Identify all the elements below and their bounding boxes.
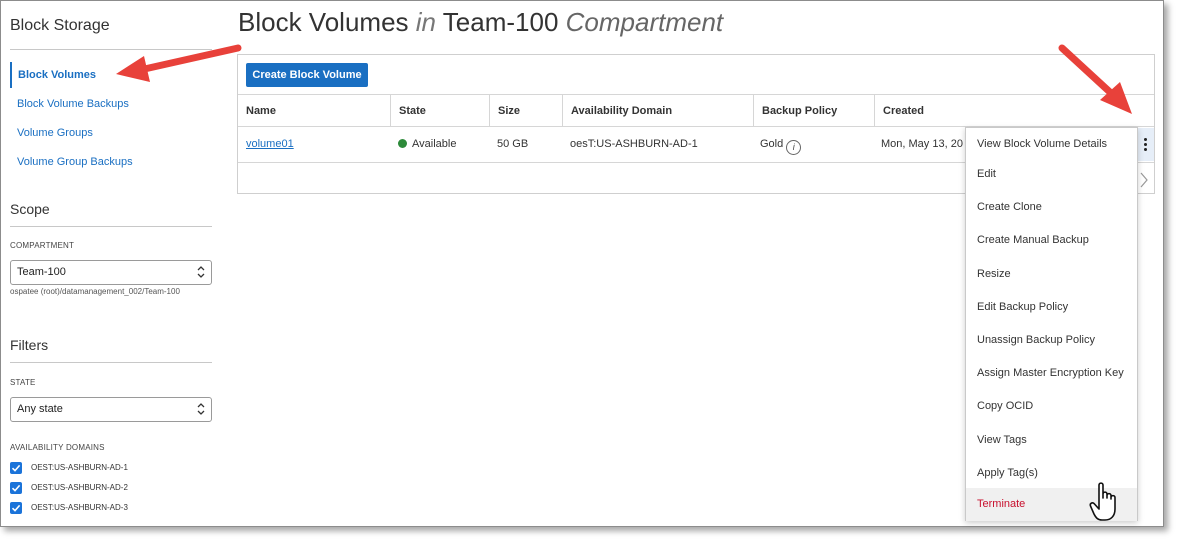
state-filter-value: Any state: [17, 403, 63, 415]
cell-state: Available: [390, 128, 456, 161]
annotation-arrow: [116, 44, 242, 82]
column-header-name[interactable]: Name: [238, 95, 390, 127]
menu-item-view-tags[interactable]: View Tags: [966, 424, 1137, 457]
sidebar-item-volume-group-backups[interactable]: Volume Group Backups: [10, 149, 212, 175]
info-icon[interactable]: i: [786, 140, 802, 155]
page-title-in: in: [415, 7, 437, 37]
ad-checkbox-label: OEST:US-ASHBURN-AD-3: [31, 503, 128, 512]
volume-name-link[interactable]: volume01: [246, 138, 294, 150]
menu-item-edit-backup-policy[interactable]: Edit Backup Policy: [966, 291, 1137, 324]
cell-created: Mon, May 13, 20: [881, 138, 963, 150]
hand-cursor-icon: [1089, 482, 1116, 521]
compartment-label: COMPARTMENT: [10, 241, 75, 250]
page-title-suffix: Compartment: [565, 7, 724, 37]
menu-item-assign-encryption-key[interactable]: Assign Master Encryption Key: [966, 357, 1137, 390]
state-text: Available: [412, 138, 457, 150]
page-title-compartment: Team-100: [442, 7, 559, 37]
divider: [10, 362, 212, 363]
ad-filter-label: AVAILABILITY DOMAINS: [10, 443, 105, 452]
chevron-right-icon[interactable]: [1138, 170, 1150, 190]
column-header-backup-policy[interactable]: Backup Policy: [753, 95, 874, 127]
page-title-main: Block Volumes: [238, 7, 409, 37]
filters-title: Filters: [10, 337, 49, 353]
menu-item-create-clone[interactable]: Create Clone: [966, 191, 1137, 224]
ad-checkbox-label: OEST:US-ASHBURN-AD-1: [31, 463, 128, 472]
column-header-state[interactable]: State: [390, 95, 489, 127]
cell-backup-policy: Gold i: [752, 128, 802, 161]
cell-name: volume01: [238, 128, 294, 161]
compartment-select[interactable]: Team-100: [10, 260, 212, 285]
create-block-volume-button[interactable]: Create Block Volume: [246, 63, 368, 87]
status-available-icon: [398, 139, 407, 148]
row-actions-kebab-icon[interactable]: [1137, 128, 1154, 161]
ad-checkbox-label: OEST:US-ASHBURN-AD-2: [31, 483, 128, 492]
table-header: Name State Size Availability Domain Back…: [238, 94, 1154, 127]
sidebar-item-block-volume-backups[interactable]: Block Volume Backups: [10, 91, 212, 117]
compartment-select-value: Team-100: [17, 266, 66, 278]
menu-item-view-details[interactable]: View Block Volume Details: [966, 128, 1137, 161]
menu-item-resize[interactable]: Resize: [966, 258, 1137, 291]
checkbox-checked-icon[interactable]: [10, 482, 22, 494]
backup-policy-text: Gold: [760, 138, 784, 150]
annotation-arrow: [1058, 44, 1132, 114]
checkbox-checked-icon[interactable]: [10, 502, 22, 514]
column-header-availability-domain[interactable]: Availability Domain: [562, 95, 753, 127]
sidebar-title: Block Storage: [10, 17, 110, 34]
row-actions-menu: View Block Volume Details Edit Create Cl…: [965, 127, 1138, 521]
scope-title: Scope: [10, 201, 50, 217]
menu-item-unassign-backup-policy[interactable]: Unassign Backup Policy: [966, 324, 1137, 357]
page-title: Block Volumes in Team-100 Compartment: [238, 7, 723, 38]
select-caret-icon: [197, 266, 205, 278]
divider: [10, 226, 212, 227]
cell-availability-domain: oesT:US-ASHBURN-AD-1: [570, 138, 698, 150]
state-filter-select[interactable]: Any state: [10, 397, 212, 422]
menu-item-create-manual-backup[interactable]: Create Manual Backup: [966, 224, 1137, 257]
menu-item-copy-ocid[interactable]: Copy OCID: [966, 390, 1137, 423]
state-filter-label: STATE: [10, 378, 36, 387]
compartment-path: ospatee (root)/datamanagement_002/Team-1…: [10, 287, 180, 296]
menu-item-edit[interactable]: Edit: [966, 158, 1137, 191]
checkbox-checked-icon[interactable]: [10, 462, 22, 474]
column-header-size[interactable]: Size: [489, 95, 562, 127]
sidebar-item-volume-groups[interactable]: Volume Groups: [10, 120, 212, 146]
cell-size: 50 GB: [497, 138, 529, 150]
select-caret-icon: [197, 403, 205, 415]
